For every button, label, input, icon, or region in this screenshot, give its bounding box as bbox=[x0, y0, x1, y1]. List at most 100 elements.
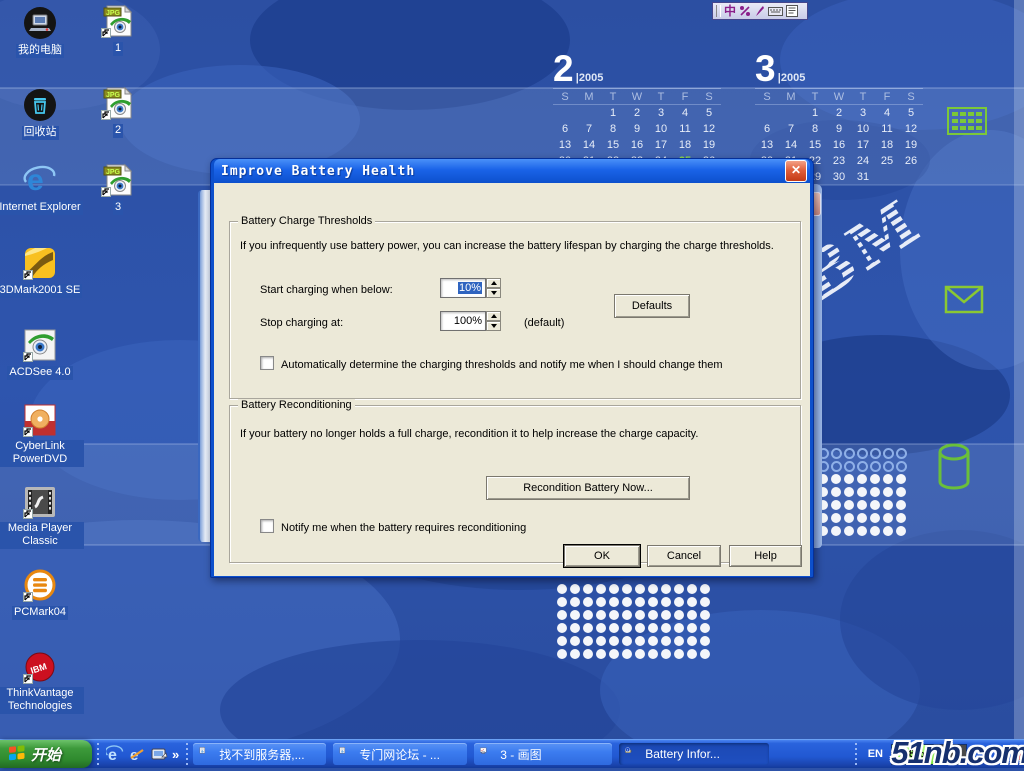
dialog-titlebar[interactable]: Improve Battery Health ✕ bbox=[214, 159, 810, 183]
auto-thresholds-checkbox[interactable] bbox=[260, 356, 274, 370]
stop-charging-value[interactable]: 100% bbox=[440, 311, 486, 331]
start-charging-value[interactable]: 10% bbox=[458, 282, 482, 294]
ime-drag-handle[interactable] bbox=[716, 5, 721, 17]
calendar-day: 5 bbox=[697, 105, 721, 122]
calendar-day: 2 bbox=[625, 105, 649, 122]
close-icon[interactable]: ✕ bbox=[785, 160, 807, 182]
start-charging-spinner[interactable]: 10% bbox=[440, 278, 501, 298]
desktop-icon-label: 3 bbox=[113, 201, 123, 215]
spin-down-icon[interactable] bbox=[486, 288, 501, 298]
ime-language-bar[interactable]: 中 bbox=[712, 2, 808, 20]
task-button-label: Battery Infor... bbox=[645, 747, 720, 761]
defaults-button[interactable]: Defaults bbox=[614, 294, 690, 318]
dialog-body: Battery Charge Thresholds If you infrequ… bbox=[214, 183, 810, 576]
calendar-day: 3 bbox=[649, 105, 673, 122]
language-indicator[interactable]: EN bbox=[868, 748, 883, 760]
ie-page-icon: e bbox=[199, 747, 214, 762]
desktop-icon-recycle-bin[interactable]: 回收站 bbox=[0, 88, 84, 140]
desktop-icon-pcmark[interactable]: PCMark04 bbox=[0, 568, 84, 620]
calendar-day: 8 bbox=[803, 121, 827, 137]
calendar-day: 13 bbox=[755, 137, 779, 153]
ie-page-icon: e bbox=[339, 747, 354, 762]
calendar-day: 10 bbox=[851, 121, 875, 137]
calendar-day: 11 bbox=[673, 121, 697, 137]
desktop-icon-jpg-file-3[interactable]: JPG 3 bbox=[74, 163, 162, 215]
desktop-icon-internet-explorer[interactable]: eInternet Explorer bbox=[0, 163, 84, 215]
desktop-icon-thinkvantage[interactable]: IBMThinkVantage Technologies bbox=[0, 650, 84, 714]
shortcut-arrow-icon bbox=[23, 509, 33, 519]
auto-thresholds-row[interactable]: Automatically determine the charging thr… bbox=[260, 356, 722, 371]
recondition-battery-button[interactable]: Recondition Battery Now... bbox=[486, 476, 690, 500]
ime-chinese-mode-icon[interactable]: 中 bbox=[724, 3, 736, 19]
start-label: 开始 bbox=[31, 744, 61, 765]
desktop-icon-mpc[interactable]: Media Player Classic bbox=[0, 485, 84, 549]
calendar-year: |2005 bbox=[776, 72, 806, 84]
desktop-icon-my-computer[interactable]: 我的电脑 bbox=[0, 6, 84, 58]
calendar-day: 13 bbox=[553, 137, 577, 153]
calendar-day: 2 bbox=[827, 105, 851, 122]
ime-keyboard-icon[interactable] bbox=[768, 6, 783, 17]
task-button-4[interactable]: ! Battery Infor... bbox=[619, 743, 769, 765]
calendar-day bbox=[875, 169, 899, 185]
spin-down-icon[interactable] bbox=[486, 321, 501, 331]
stop-default-suffix: (default) bbox=[524, 317, 564, 329]
calendar-day: 4 bbox=[673, 105, 697, 122]
tray-separator bbox=[853, 743, 859, 765]
calendar-day: 14 bbox=[779, 137, 803, 153]
internet-explorer-icon[interactable]: e bbox=[106, 745, 124, 763]
desktop-icon-label: 3DMark2001 SE bbox=[0, 284, 82, 298]
calendar-day: 7 bbox=[577, 121, 601, 137]
notify-reconditioning-label: Notify me when the battery requires reco… bbox=[281, 522, 526, 534]
ime-punctuation-icon[interactable] bbox=[739, 5, 751, 17]
windows-logo-icon bbox=[8, 745, 26, 763]
task-button-label: 专门网论坛 - ... bbox=[359, 746, 440, 763]
cancel-button[interactable]: Cancel bbox=[647, 545, 721, 567]
show-desktop-icon[interactable] bbox=[150, 745, 168, 763]
task-button-2[interactable]: e 专门网论坛 - ... bbox=[333, 743, 467, 765]
desktop-icon-jpg-file-1[interactable]: JPG1 bbox=[74, 4, 162, 56]
calendar-day: 30 bbox=[827, 169, 851, 185]
thinkvantage-icon: IBM bbox=[23, 650, 57, 684]
desktop-icon-powerdvd[interactable]: CyberLink PowerDVD bbox=[0, 403, 84, 467]
outlook-express-icon[interactable]: e bbox=[128, 745, 146, 763]
shortcut-arrow-icon bbox=[101, 28, 111, 38]
watermark-51nb: 51nb.com bbox=[891, 735, 1024, 771]
stop-charging-spinner[interactable]: 100% bbox=[440, 311, 501, 331]
calendar-day: 31 bbox=[851, 169, 875, 185]
quicklaunch-overflow-chevron[interactable]: » bbox=[172, 747, 179, 762]
calendar-day: 16 bbox=[625, 137, 649, 153]
ok-button[interactable]: OK bbox=[564, 545, 640, 567]
calendar-day: 23 bbox=[827, 153, 851, 169]
group2-title: Battery Reconditioning bbox=[238, 399, 355, 411]
battery-reconditioning-group: Battery Reconditioning If your battery n… bbox=[229, 405, 801, 563]
task-button-1[interactable]: e找不到服务器,... bbox=[193, 743, 326, 765]
notify-reconditioning-row[interactable]: Notify me when the battery requires reco… bbox=[260, 519, 526, 534]
spin-up-icon[interactable] bbox=[486, 311, 501, 321]
desktop-icon-3dmark[interactable]: 3DMark2001 SE bbox=[0, 246, 84, 298]
calendar-day bbox=[755, 105, 779, 122]
desktop-icon-acdsee[interactable]: ACDSee 4.0 bbox=[0, 328, 84, 380]
desktop: IBM 2 |2005SMTWTFS1234567891011121314151… bbox=[0, 0, 1024, 768]
notify-reconditioning-checkbox[interactable] bbox=[260, 519, 274, 533]
calendar-day: 4 bbox=[875, 105, 899, 122]
jpg-file-icon: JPG bbox=[101, 4, 135, 38]
calendar-day: 14 bbox=[577, 137, 601, 153]
task-button-3[interactable]: 3 - 画图 bbox=[474, 743, 612, 765]
calendar-day: 15 bbox=[601, 137, 625, 153]
battery-alert-icon: ! bbox=[625, 747, 640, 762]
calendar-day: 5 bbox=[899, 105, 923, 122]
dialog-title: Improve Battery Health bbox=[221, 164, 785, 179]
calendar-day: 19 bbox=[899, 137, 923, 153]
shortcut-arrow-icon bbox=[101, 187, 111, 197]
shortcut-arrow-icon bbox=[23, 270, 33, 280]
svg-text:JPG: JPG bbox=[106, 169, 121, 176]
desktop-icon-jpg-file-2[interactable]: JPG2 bbox=[74, 86, 162, 138]
start-charging-label: Start charging when below: bbox=[260, 284, 393, 296]
spin-up-icon[interactable] bbox=[486, 278, 501, 288]
ime-pen-icon[interactable] bbox=[754, 5, 765, 17]
desktop-icon-label: 2 bbox=[113, 124, 123, 138]
help-button[interactable]: Help bbox=[729, 545, 802, 567]
ime-menu-icon[interactable] bbox=[786, 5, 798, 17]
start-button[interactable]: 开始 bbox=[0, 740, 92, 768]
shortcut-arrow-icon bbox=[23, 592, 33, 602]
